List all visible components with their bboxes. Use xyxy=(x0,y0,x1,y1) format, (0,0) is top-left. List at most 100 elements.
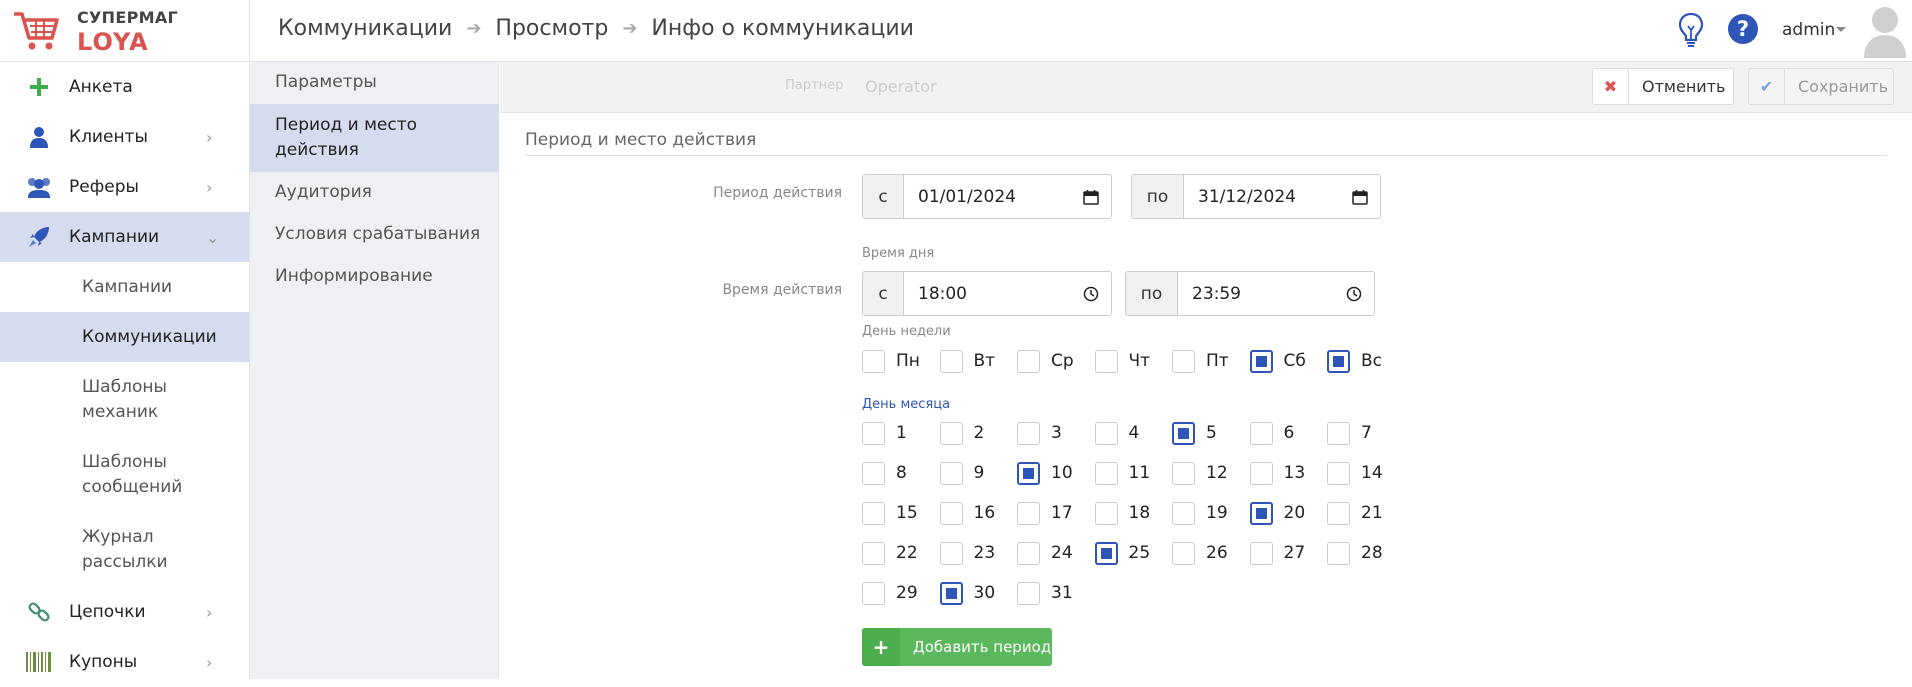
monthday-checkbox[interactable] xyxy=(1017,582,1040,605)
section-nav-audience[interactable]: Аудитория xyxy=(250,172,499,214)
calendar-icon[interactable] xyxy=(1071,175,1111,218)
user-avatar-icon[interactable] xyxy=(1862,4,1908,58)
weekday-checkbox[interactable] xyxy=(1017,350,1040,373)
monthday-checkbox[interactable] xyxy=(1327,462,1350,485)
monthday-checkbox-label: 23 xyxy=(973,543,996,563)
caret-down-icon[interactable] xyxy=(1836,27,1846,32)
monthday-checkbox[interactable] xyxy=(939,502,963,525)
breadcrumb-item-view[interactable]: Просмотр xyxy=(495,16,608,41)
monthday-checkbox[interactable] xyxy=(1017,422,1040,445)
sidebar-subitem-label: Журнал рассылки xyxy=(82,526,168,572)
clock-icon[interactable] xyxy=(1071,272,1111,315)
breadcrumb-item-communications[interactable]: Коммуникации xyxy=(278,16,452,41)
cancel-button[interactable]: ✖ Отменить xyxy=(1592,68,1734,105)
monthday-checkbox[interactable] xyxy=(1017,502,1040,525)
section-nav-label: Условия срабатывания xyxy=(275,224,481,244)
monthday-checkbox-label: 24 xyxy=(1051,543,1073,563)
weekday-checkbox[interactable] xyxy=(862,350,885,373)
section-nav-period-place[interactable]: Период и место действия xyxy=(250,104,499,172)
logo[interactable]: СУПЕРМАГ LOYA xyxy=(0,0,250,62)
clock-icon[interactable] xyxy=(1334,272,1374,315)
monthday-checkbox-label: 28 xyxy=(1361,543,1383,563)
sidebar-item-coupons[interactable]: Купоны › xyxy=(0,637,249,687)
sidebar-subitem-message-templates[interactable]: Шаблоны сообщений xyxy=(0,437,249,512)
question-circle-icon[interactable]: ? xyxy=(1728,14,1758,44)
monthday-checkbox[interactable] xyxy=(1172,422,1195,445)
section-nav-informing[interactable]: Информирование xyxy=(250,256,499,298)
period-to-input[interactable]: 31/12/2024 xyxy=(1184,175,1340,218)
monthday-checkbox[interactable] xyxy=(1094,502,1118,525)
period-from-field[interactable]: с 01/01/2024 xyxy=(862,174,1112,219)
sidebar-subitem-campaigns[interactable]: Кампании xyxy=(0,262,249,312)
weekday-checkbox[interactable] xyxy=(939,350,963,373)
sidebar-item-anketa[interactable]: Анкета xyxy=(0,62,249,112)
calendar-icon[interactable] xyxy=(1340,175,1380,218)
monthday-checkbox[interactable] xyxy=(1094,542,1118,565)
monthday-checkbox[interactable] xyxy=(939,542,963,565)
save-button[interactable]: ✔ Сохранить xyxy=(1748,68,1894,105)
monthday-checkbox[interactable] xyxy=(1327,542,1350,565)
sidebar-subitem-mailing-log[interactable]: Журнал рассылки xyxy=(0,512,249,587)
monthday-checkbox[interactable] xyxy=(1249,422,1273,445)
monthday-checkbox[interactable] xyxy=(862,462,885,485)
monthday-checkbox[interactable] xyxy=(862,582,885,605)
period-to-field[interactable]: по 31/12/2024 xyxy=(1131,174,1381,219)
weekday-checkbox[interactable] xyxy=(1249,350,1273,373)
time-to-field[interactable]: по 23:59 xyxy=(1125,271,1375,316)
section-nav-parameters[interactable]: Параметры xyxy=(250,62,499,104)
section-nav: Параметры Период и место действия Аудито… xyxy=(250,62,499,679)
monthday-checkbox[interactable] xyxy=(1249,502,1273,525)
sidebar-item-referrers[interactable]: Реферы › xyxy=(0,162,249,212)
partner-select[interactable]: Operator xyxy=(865,77,937,96)
sidebar-subitem-mechanic-templates[interactable]: Шаблоны механик xyxy=(0,362,249,437)
monthday-checkbox[interactable] xyxy=(862,502,885,525)
close-icon: ✖ xyxy=(1593,69,1629,104)
period-from-input[interactable]: 01/01/2024 xyxy=(904,175,1071,218)
monthday-checkbox[interactable] xyxy=(1094,422,1118,445)
sidebar-subitem-label: Кампании xyxy=(82,276,173,297)
monthday-checkbox[interactable] xyxy=(1172,462,1195,485)
top-header: СУПЕРМАГ LOYA Коммуникации ➔ Просмотр ➔ … xyxy=(0,0,1912,62)
arrow-right-icon: ➔ xyxy=(466,18,482,39)
section-nav-triggers[interactable]: Условия срабатывания xyxy=(250,214,499,256)
monthday-checkbox[interactable] xyxy=(1094,462,1118,485)
monthday-checkbox[interactable] xyxy=(1327,502,1350,525)
monthday-checkbox[interactable] xyxy=(939,582,963,605)
weekday-checkbox[interactable] xyxy=(1172,350,1195,373)
lightbulb-icon[interactable] xyxy=(1678,12,1704,48)
monthday-checkbox[interactable] xyxy=(862,422,885,445)
monthday-checkbox[interactable] xyxy=(862,542,885,565)
monthday-checkbox[interactable] xyxy=(1249,462,1273,485)
sidebar-item-campaigns[interactable]: Кампании ⌄ xyxy=(0,212,249,262)
monthday-checkbox-label: 7 xyxy=(1361,423,1372,443)
monthday-checkbox[interactable] xyxy=(1172,542,1195,565)
period-to-prefix: по xyxy=(1132,175,1184,218)
monthday-checkbox[interactable] xyxy=(1017,542,1040,565)
chevron-down-icon: ⌄ xyxy=(206,227,220,247)
add-period-button[interactable]: + Добавить период xyxy=(862,628,1052,666)
sidebar-item-chains[interactable]: Цепочки › xyxy=(0,587,249,637)
weekday-checkbox[interactable] xyxy=(1327,350,1350,373)
time-from-field[interactable]: с 18:00 xyxy=(862,271,1112,316)
monthday-checkbox-label: 18 xyxy=(1128,503,1151,523)
sidebar-subitem-label: Коммуникации xyxy=(82,326,217,347)
monthday-checkbox-label: 27 xyxy=(1283,543,1306,563)
monthday-checkbox[interactable] xyxy=(1172,502,1195,525)
monthday-checkbox[interactable] xyxy=(1017,462,1040,485)
sidebar-subitem-communications[interactable]: Коммуникации xyxy=(0,312,249,362)
monthday-checkbox-label: 12 xyxy=(1206,463,1228,483)
time-of-day-label: Время дня xyxy=(862,246,935,261)
sidebar-item-clients[interactable]: Клиенты › xyxy=(0,112,249,162)
section-divider xyxy=(525,155,1887,156)
link-icon xyxy=(26,599,52,625)
user-menu[interactable]: admin xyxy=(1782,20,1835,40)
breadcrumb: Коммуникации ➔ Просмотр ➔ Инфо о коммуни… xyxy=(278,16,914,41)
time-from-input[interactable]: 18:00 xyxy=(904,272,1071,315)
monthday-checkbox[interactable] xyxy=(939,422,963,445)
time-to-input[interactable]: 23:59 xyxy=(1178,272,1334,315)
monthday-checkbox[interactable] xyxy=(1327,422,1350,445)
monthday-checkbox[interactable] xyxy=(939,462,963,485)
monthday-checkbox[interactable] xyxy=(1249,542,1273,565)
plus-icon xyxy=(26,74,52,100)
weekday-checkbox[interactable] xyxy=(1094,350,1118,373)
